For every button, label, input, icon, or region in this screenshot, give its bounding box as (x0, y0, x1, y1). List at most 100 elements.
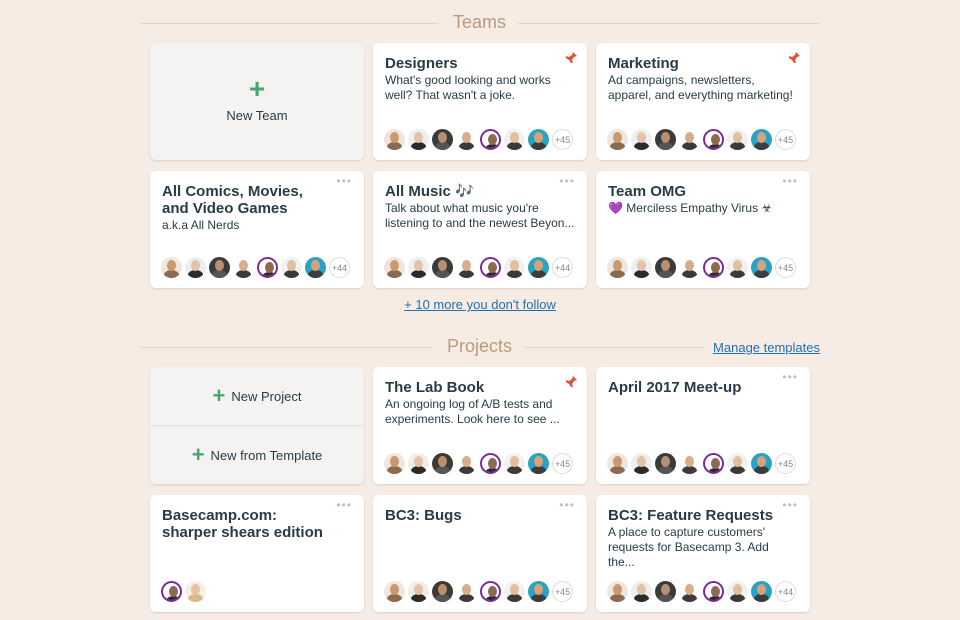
member-avatar[interactable] (257, 257, 278, 278)
member-avatar[interactable] (384, 581, 405, 602)
project-card-basecamp-com[interactable]: ••• Basecamp.com: sharper shears edition (150, 495, 364, 612)
member-avatar[interactable] (727, 581, 748, 602)
member-avatar[interactable] (679, 453, 700, 474)
member-avatars[interactable]: +45 (384, 453, 573, 474)
new-project-button[interactable]: + New Project (150, 367, 364, 425)
member-avatar[interactable] (456, 453, 477, 474)
member-avatars[interactable]: +45 (384, 581, 573, 602)
more-options-icon[interactable]: ••• (782, 175, 798, 187)
more-options-icon[interactable]: ••• (782, 499, 798, 511)
member-avatar[interactable] (209, 257, 230, 278)
member-avatar[interactable] (703, 453, 724, 474)
team-card-team-omg[interactable]: ••• Team OMG 💜 Merciless Empathy Virus ☣… (596, 171, 810, 288)
member-avatar[interactable] (528, 581, 549, 602)
member-avatar[interactable] (480, 581, 501, 602)
member-avatar[interactable] (305, 257, 326, 278)
more-members-count[interactable]: +45 (552, 581, 573, 602)
more-teams-link[interactable]: + 10 more you don't follow (404, 297, 556, 312)
member-avatar[interactable] (504, 453, 525, 474)
member-avatar[interactable] (607, 129, 628, 150)
pin-icon[interactable] (787, 51, 801, 65)
member-avatar[interactable] (528, 453, 549, 474)
member-avatar[interactable] (727, 257, 748, 278)
pin-icon[interactable] (564, 375, 578, 389)
more-members-count[interactable]: +45 (552, 453, 573, 474)
member-avatar[interactable] (480, 257, 501, 278)
member-avatar[interactable] (631, 453, 652, 474)
member-avatar[interactable] (504, 257, 525, 278)
member-avatar[interactable] (185, 581, 206, 602)
member-avatar[interactable] (679, 581, 700, 602)
member-avatar[interactable] (751, 129, 772, 150)
more-options-icon[interactable]: ••• (559, 499, 575, 511)
more-options-icon[interactable]: ••• (559, 175, 575, 187)
member-avatar[interactable] (655, 129, 676, 150)
member-avatar[interactable] (504, 129, 525, 150)
member-avatar[interactable] (456, 257, 477, 278)
manage-templates-link[interactable]: Manage templates (713, 340, 820, 355)
more-members-count[interactable]: +45 (552, 129, 573, 150)
new-from-template-button[interactable]: + New from Template (150, 426, 364, 484)
member-avatar[interactable] (631, 581, 652, 602)
member-avatar[interactable] (655, 453, 676, 474)
member-avatar[interactable] (432, 257, 453, 278)
team-card-marketing[interactable]: Marketing Ad campaigns, newsletters, app… (596, 43, 810, 160)
more-members-count[interactable]: +45 (775, 129, 796, 150)
more-members-count[interactable]: +45 (775, 453, 796, 474)
member-avatar[interactable] (408, 257, 429, 278)
team-card-all-music[interactable]: ••• All Music 🎶 Talk about what music yo… (373, 171, 587, 288)
member-avatars-small[interactable] (161, 581, 209, 602)
member-avatar[interactable] (456, 129, 477, 150)
team-card-all-comics[interactable]: ••• All Comics, Movies, and Video Games … (150, 171, 364, 288)
member-avatar[interactable] (480, 129, 501, 150)
member-avatars[interactable]: +45 (607, 129, 796, 150)
project-card-bc3-bugs[interactable]: ••• BC3: Bugs +45 (373, 495, 587, 612)
member-avatar[interactable] (233, 257, 254, 278)
project-card-april-meetup[interactable]: ••• April 2017 Meet-up +45 (596, 367, 810, 484)
member-avatar[interactable] (703, 129, 724, 150)
more-options-icon[interactable]: ••• (782, 371, 798, 383)
member-avatar[interactable] (432, 581, 453, 602)
member-avatar[interactable] (384, 453, 405, 474)
member-avatar[interactable] (607, 581, 628, 602)
member-avatar[interactable] (432, 453, 453, 474)
member-avatar[interactable] (631, 129, 652, 150)
new-team-button[interactable]: + New Team (150, 43, 364, 160)
member-avatar[interactable] (185, 257, 206, 278)
member-avatar[interactable] (408, 129, 429, 150)
member-avatar[interactable] (655, 581, 676, 602)
member-avatar[interactable] (727, 453, 748, 474)
member-avatar[interactable] (408, 581, 429, 602)
pin-icon[interactable] (564, 51, 578, 65)
more-members-count[interactable]: +44 (329, 257, 350, 278)
member-avatar[interactable] (281, 257, 302, 278)
member-avatar[interactable] (751, 257, 772, 278)
member-avatar[interactable] (161, 581, 182, 602)
more-options-icon[interactable]: ••• (336, 499, 352, 511)
member-avatar[interactable] (631, 257, 652, 278)
member-avatar[interactable] (679, 257, 700, 278)
member-avatars[interactable]: +44 (384, 257, 573, 278)
member-avatar[interactable] (161, 257, 182, 278)
member-avatar[interactable] (607, 453, 628, 474)
member-avatars[interactable]: +45 (607, 257, 796, 278)
member-avatar[interactable] (751, 453, 772, 474)
more-options-icon[interactable]: ••• (336, 175, 352, 187)
more-members-count[interactable]: +44 (552, 257, 573, 278)
member-avatar[interactable] (408, 453, 429, 474)
member-avatar[interactable] (655, 257, 676, 278)
member-avatar[interactable] (384, 257, 405, 278)
member-avatar[interactable] (528, 257, 549, 278)
member-avatar[interactable] (432, 129, 453, 150)
member-avatar[interactable] (703, 581, 724, 602)
member-avatar[interactable] (528, 129, 549, 150)
member-avatars[interactable]: +44 (607, 581, 796, 602)
member-avatars[interactable]: +44 (161, 257, 350, 278)
member-avatar[interactable] (607, 257, 628, 278)
member-avatar[interactable] (679, 129, 700, 150)
more-members-count[interactable]: +44 (775, 581, 796, 602)
member-avatars[interactable]: +45 (384, 129, 573, 150)
more-members-count[interactable]: +45 (775, 257, 796, 278)
team-card-designers[interactable]: Designers What's good looking and works … (373, 43, 587, 160)
member-avatar[interactable] (727, 129, 748, 150)
